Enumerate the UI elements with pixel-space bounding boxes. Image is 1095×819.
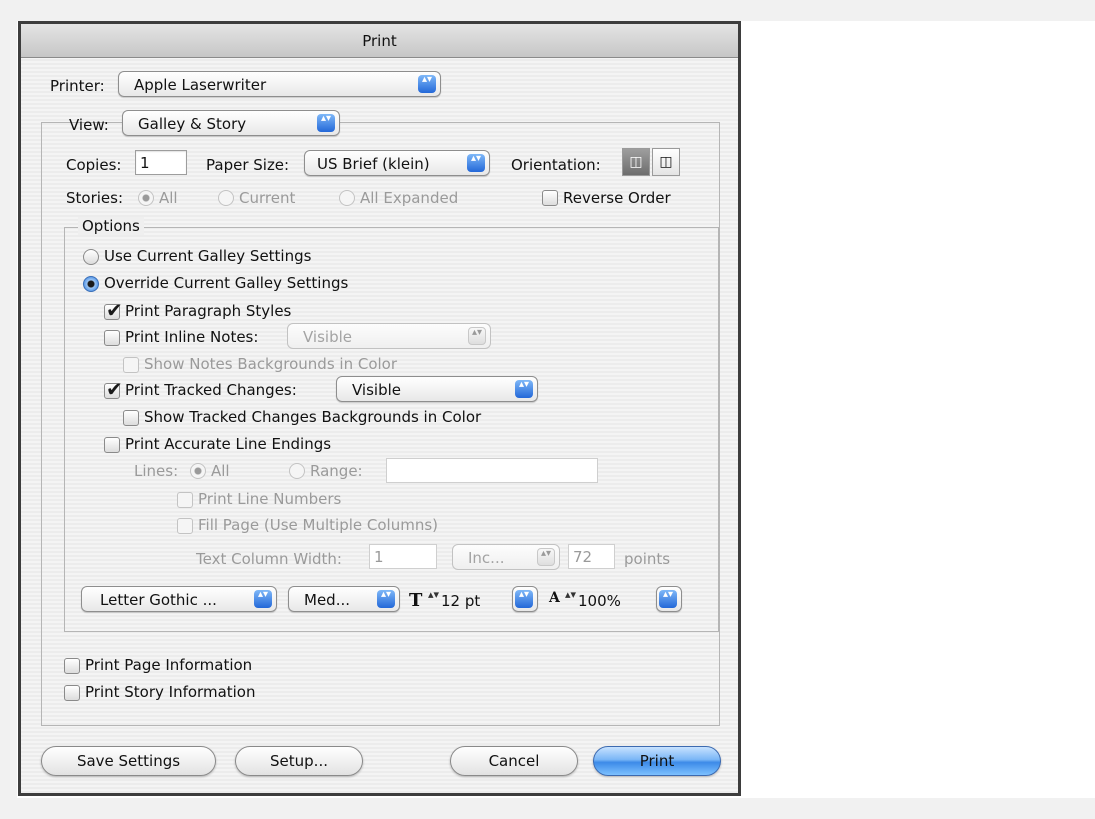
print-line-numbers-label: Print Line Numbers (198, 490, 342, 508)
reverse-order-label: Reverse Order (563, 189, 671, 207)
override-current-galley-radio[interactable] (83, 276, 99, 292)
checkmark-icon: ✔ (106, 377, 123, 401)
view-popup[interactable]: Galley & Story ▴▾ (122, 110, 340, 136)
printer-label: Printer: (50, 77, 105, 95)
printer-popup[interactable]: Apple Laserwriter ▴▾ (118, 71, 441, 97)
text-column-width-value: 1 (374, 548, 384, 566)
options-group-label: Options (78, 217, 144, 235)
save-settings-button[interactable]: Save Settings (41, 746, 216, 776)
reverse-order-checkbox[interactable] (542, 190, 558, 206)
print-paragraph-styles-label: Print Paragraph Styles (125, 302, 292, 320)
lines-all-label: All (211, 462, 230, 480)
stories-current-label: Current (239, 189, 296, 207)
stories-label: Stories: (66, 189, 124, 207)
stories-current-radio[interactable] (218, 190, 234, 206)
font-size-stepper-icon[interactable]: ▴▾ (428, 589, 439, 600)
cancel-button[interactable]: Cancel (450, 746, 578, 776)
column-unit-popup[interactable]: Inc... ▴▾ (452, 544, 560, 570)
checkmark-icon: ✔ (106, 298, 123, 322)
print-inline-notes-checkbox[interactable] (104, 330, 120, 346)
print-accurate-line-endings-checkbox[interactable] (104, 437, 120, 453)
view-label: View: (69, 116, 109, 134)
column-unit-value: Inc... (468, 549, 505, 567)
view-value: Galley & Story (138, 115, 247, 133)
font-size-popup[interactable]: ▴▾ (512, 586, 538, 612)
print-page-information-label: Print Page Information (85, 656, 253, 674)
show-tracked-backgrounds-label: Show Tracked Changes Backgrounds in Colo… (144, 408, 482, 426)
print-inline-notes-label: Print Inline Notes: (125, 328, 259, 346)
print-dialog: Print Printer: Apple Laserwriter ▴▾ View… (18, 21, 741, 796)
text-column-width-label: Text Column Width: (196, 550, 342, 568)
text-column-width-field[interactable]: 1 (369, 544, 437, 569)
orientation-label: Orientation: (511, 156, 601, 174)
popup-arrows-icon: ▴▾ (468, 327, 486, 345)
show-tracked-backgrounds-checkbox[interactable] (123, 410, 139, 426)
paper-size-popup[interactable]: US Brief (klein) ▴▾ (304, 150, 490, 176)
popup-arrows-icon: ▴▾ (659, 590, 677, 608)
copies-value: 1 (140, 154, 150, 172)
title-bar[interactable]: Print (21, 24, 738, 58)
tracked-changes-popup[interactable]: Visible ▴▾ (336, 376, 538, 402)
font-style-value: Med... (304, 591, 350, 609)
print-paragraph-styles-checkbox[interactable]: ✔ (104, 298, 123, 322)
lines-all-radio[interactable] (190, 463, 206, 479)
print-story-information-label: Print Story Information (85, 683, 256, 701)
font-size-icon: T (409, 590, 423, 611)
stories-all-radio[interactable] (138, 190, 154, 206)
points-field[interactable]: 72 (568, 544, 615, 569)
print-tracked-changes-label: Print Tracked Changes: (125, 381, 297, 399)
font-family-popup[interactable]: Letter Gothic ... ▴▾ (81, 586, 277, 612)
use-current-galley-label: Use Current Galley Settings (104, 247, 312, 265)
font-family-value: Letter Gothic ... (100, 591, 217, 609)
paper-size-label: Paper Size: (206, 156, 290, 174)
portrait-orientation-icon[interactable]: ◫ (622, 148, 650, 176)
fill-page-checkbox[interactable] (177, 518, 193, 534)
popup-arrows-icon: ▴▾ (537, 548, 555, 566)
tracked-changes-value: Visible (352, 381, 401, 399)
copies-label: Copies: (66, 156, 122, 174)
font-style-popup[interactable]: Med... ▴▾ (288, 586, 400, 612)
use-current-galley-radio[interactable] (83, 249, 99, 265)
print-tracked-changes-checkbox[interactable]: ✔ (104, 377, 123, 401)
inline-notes-popup[interactable]: Visible ▴▾ (287, 323, 491, 349)
popup-arrows-icon: ▴▾ (377, 590, 395, 608)
print-button[interactable]: Print (593, 746, 721, 776)
line-spacing-icon: A (549, 590, 560, 606)
landscape-orientation-icon[interactable]: ◫ (652, 148, 680, 176)
lines-label: Lines: (134, 462, 179, 480)
print-page-information-checkbox[interactable] (64, 658, 80, 674)
popup-arrows-icon: ▴▾ (515, 590, 533, 608)
show-notes-backgrounds-checkbox[interactable] (123, 357, 139, 373)
lines-range-label: Range: (310, 462, 363, 480)
printer-value: Apple Laserwriter (134, 76, 267, 94)
popup-arrows-icon: ▴▾ (418, 75, 436, 93)
print-accurate-line-endings-label: Print Accurate Line Endings (125, 435, 332, 453)
line-spacing-stepper-icon[interactable]: ▴▾ (565, 589, 576, 600)
print-story-information-checkbox[interactable] (64, 685, 80, 701)
popup-arrows-icon: ▴▾ (317, 114, 335, 132)
inline-notes-value: Visible (303, 328, 352, 346)
show-notes-backgrounds-label: Show Notes Backgrounds in Color (144, 355, 398, 373)
popup-arrows-icon: ▴▾ (254, 590, 272, 608)
stories-all-expanded-radio[interactable] (339, 190, 355, 206)
fill-page-label: Fill Page (Use Multiple Columns) (198, 516, 438, 534)
line-spacing-value[interactable]: 100% (578, 592, 621, 610)
print-line-numbers-checkbox[interactable] (177, 492, 193, 508)
points-label: points (624, 550, 671, 568)
points-value: 72 (573, 548, 593, 566)
line-spacing-popup[interactable]: ▴▾ (656, 586, 682, 612)
override-current-galley-label: Override Current Galley Settings (104, 274, 349, 292)
popup-arrows-icon: ▴▾ (467, 154, 485, 172)
popup-arrows-icon: ▴▾ (515, 380, 533, 398)
window-title: Print (362, 32, 397, 50)
lines-range-radio[interactable] (289, 463, 305, 479)
font-size-value[interactable]: 12 pt (441, 592, 480, 610)
paper-size-value: US Brief (klein) (317, 155, 430, 173)
stories-all-expanded-label: All Expanded (360, 189, 459, 207)
lines-range-field[interactable] (386, 458, 598, 483)
copies-field[interactable]: 1 (135, 150, 187, 175)
setup-button[interactable]: Setup... (235, 746, 363, 776)
stories-all-label: All (159, 189, 178, 207)
